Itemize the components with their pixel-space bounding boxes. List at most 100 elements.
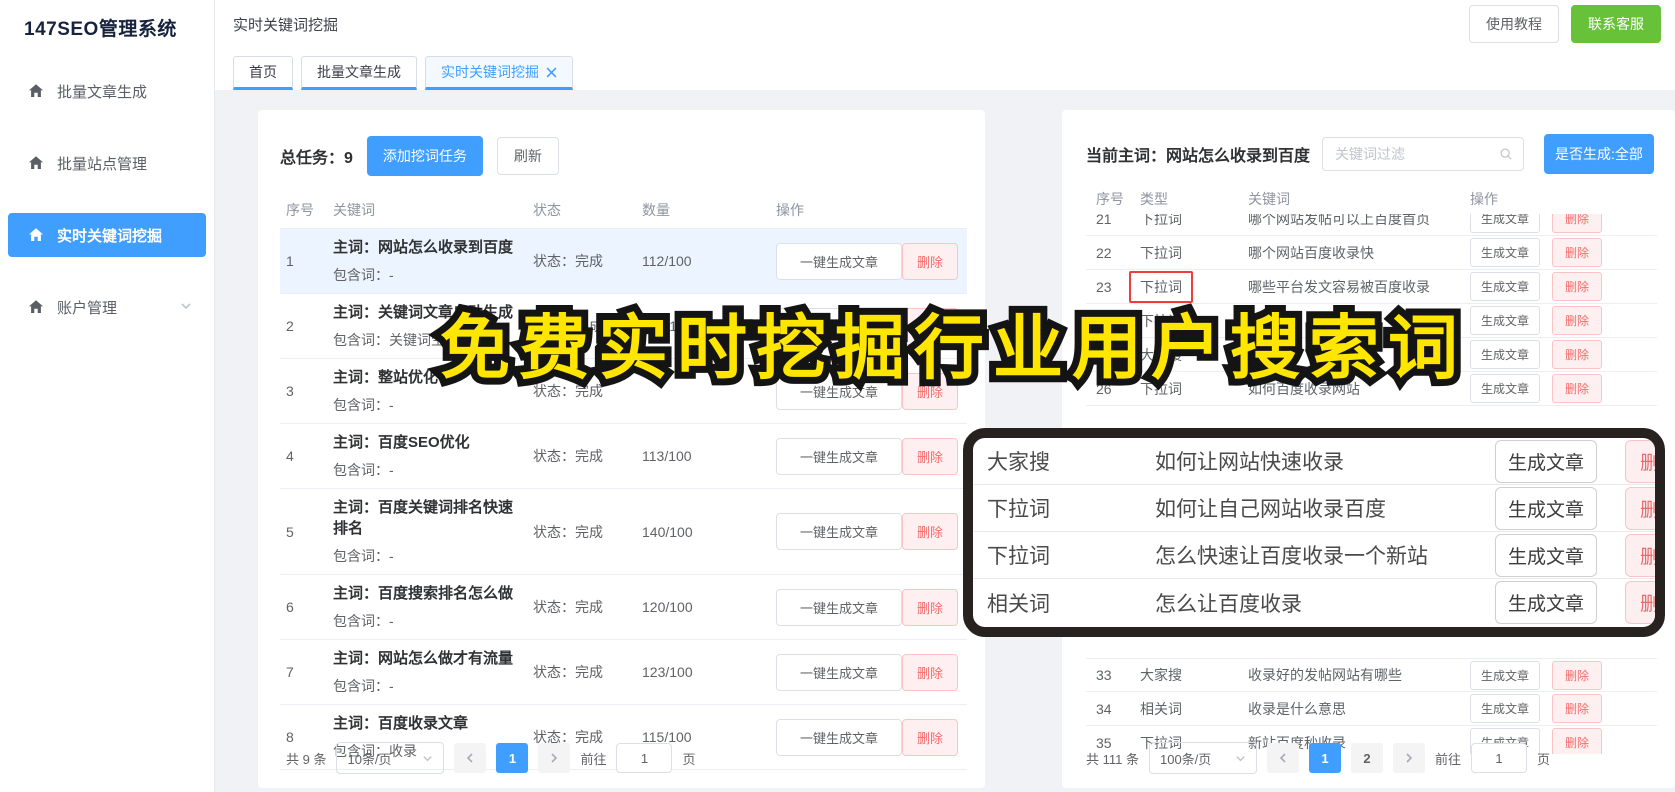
task-row[interactable]: 5 主词：百度关键词排名快速排名 包含词：- 状态：完成 140/100 一键生成文章 删除 — [280, 488, 967, 574]
keyword-table-header: 序号 类型 关键词 操作 — [1086, 184, 1657, 214]
delete-keyword-button[interactable]: 删除 — [1552, 272, 1603, 301]
page-button-1[interactable]: 1 — [1308, 743, 1341, 773]
keyword-row[interactable]: 22 下拉词 哪个网站百度收录快 生成文章 删除 — [1086, 236, 1657, 270]
delete-keyword-button[interactable]: 删除 — [1625, 486, 1655, 530]
task-row[interactable]: 3 主词：整站优化 包含词：- 状态：完成 一键生成文章 删除 — [280, 358, 967, 423]
delete-keyword-button[interactable]: 删除 — [1552, 694, 1603, 723]
keyword-type-cell: 下拉词 — [1140, 311, 1248, 331]
generate-article-button[interactable]: 生成文章 — [1470, 694, 1541, 723]
generate-article-button[interactable]: 一键生成文章 — [776, 307, 902, 345]
generate-article-button[interactable]: 生成文章 — [1470, 238, 1541, 267]
prev-page-button[interactable] — [1266, 743, 1299, 773]
task-row[interactable]: 4 主词：百度SEO优化 包含词：- 状态：完成 113/100 一键生成文章 删除 — [280, 423, 967, 488]
contact-support-button[interactable]: 联系客服 — [1571, 5, 1661, 43]
keyword-row[interactable]: 34 相关词 收录是什么意思 生成文章 删除 — [1086, 692, 1657, 726]
generate-article-button[interactable]: 一键生成文章 — [776, 718, 902, 756]
sidebar-item-4[interactable]: 账户管理 — [8, 285, 206, 329]
delete-keyword-button[interactable]: 删除 — [1625, 581, 1655, 624]
delete-task-button[interactable]: 删除 — [902, 718, 959, 756]
chevron-down-icon — [181, 303, 191, 310]
task-include-words: 包含词：- — [333, 397, 394, 413]
zoomed-keyword-row: 大家搜 如何让网站快速收录 生成文章删除 — [973, 438, 1655, 485]
sidebar-item-2[interactable]: 批量站点管理 — [8, 141, 206, 185]
delete-task-button[interactable]: 删除 — [902, 437, 959, 475]
goto-page-input[interactable] — [1471, 743, 1527, 773]
next-page-button[interactable] — [1392, 743, 1425, 773]
refresh-button[interactable]: 刷新 — [496, 137, 559, 175]
keyword-type-cell: 相关词 — [1140, 699, 1248, 719]
delete-task-button[interactable]: 删除 — [902, 513, 959, 550]
generate-article-button[interactable]: 生成文章 — [1470, 374, 1541, 403]
close-icon[interactable] — [546, 67, 557, 78]
generate-article-button[interactable]: 生成文章 — [1495, 486, 1598, 530]
task-count: 100/100 — [642, 318, 693, 334]
delete-task-button[interactable]: 删除 — [902, 372, 959, 410]
delete-keyword-button[interactable]: 删除 — [1552, 214, 1603, 233]
generate-article-button[interactable]: 生成文章 — [1470, 660, 1541, 690]
left-pagination: 共 9 条 10条/页 1 前往 页 — [286, 742, 696, 774]
page-size-select[interactable]: 10条/页 — [336, 742, 445, 774]
generate-article-button[interactable]: 一键生成文章 — [776, 653, 902, 691]
delete-keyword-button[interactable]: 删除 — [1625, 439, 1655, 483]
tab-2[interactable]: 批量文章生成 — [301, 56, 417, 90]
generate-article-button[interactable]: 生成文章 — [1470, 306, 1541, 335]
help-tutorial-button[interactable]: 使用教程 — [1469, 5, 1559, 43]
generate-article-button[interactable]: 生成文章 — [1470, 214, 1541, 233]
task-row[interactable]: 2 主词：关键词文章自动生成 包含词：关键词生成 状态：完成 100/100 一键生成文章… — [280, 293, 967, 358]
delete-task-button[interactable]: 删除 — [902, 307, 959, 345]
prev-page-button[interactable] — [454, 743, 487, 773]
page-button-1[interactable]: 1 — [496, 743, 529, 773]
delete-keyword-button[interactable]: 删除 — [1552, 374, 1603, 403]
keyword-row[interactable]: 33 大家搜 收录好的发帖网站有哪些 生成文章 删除 — [1086, 658, 1657, 692]
generate-article-button[interactable]: 一键生成文章 — [776, 437, 902, 475]
zoomed-keyword-row: 下拉词 如何让自己网站收录百度 生成文章删除 — [973, 485, 1655, 532]
delete-keyword-button[interactable]: 删除 — [1552, 306, 1603, 335]
generate-article-button[interactable]: 生成文章 — [1470, 340, 1541, 369]
generate-article-button[interactable]: 生成文章 — [1495, 581, 1598, 624]
generate-article-button[interactable]: 一键生成文章 — [776, 513, 902, 550]
keyword-no: 25 — [1096, 346, 1112, 363]
delete-keyword-button[interactable]: 删除 — [1552, 660, 1603, 690]
delete-task-button[interactable]: 删除 — [902, 588, 959, 626]
keyword-row[interactable]: 23 下拉词 哪些平台发文容易被百度收录 生成文章 删除 — [1086, 270, 1657, 304]
goto-page-input[interactable] — [616, 743, 673, 773]
generate-article-button[interactable]: 一键生成文章 — [776, 242, 902, 280]
tab-3[interactable]: 实时关键词挖掘 — [425, 56, 573, 90]
keyword-row[interactable]: 21 下拉词 哪个网站发帖可以上百度首页 生成文章 删除 — [1086, 214, 1657, 236]
generate-article-button[interactable]: 一键生成文章 — [776, 588, 902, 626]
delete-task-button[interactable]: 删除 — [902, 242, 959, 280]
add-task-button[interactable]: 添加挖词任务 — [366, 136, 483, 176]
task-row[interactable]: 7 主词：网站怎么做才有流量 包含词：- 状态：完成 123/100 一键生成文章 删除 — [280, 639, 967, 704]
delete-keyword-button[interactable]: 删除 — [1625, 533, 1655, 577]
keyword-row[interactable]: 25 大家搜 生成文章 删除 — [1086, 338, 1657, 372]
task-main-keyword: 主词：百度SEO优化 — [333, 434, 470, 451]
generate-all-toggle-button[interactable]: 是否生成:全部 — [1544, 134, 1654, 174]
page-size-select[interactable]: 100条/页 — [1148, 742, 1257, 774]
sidebar-item-3[interactable]: 实时关键词挖掘 — [8, 213, 206, 257]
keyword-text: 如何让网站快速收录 — [1155, 451, 1344, 474]
sidebar-item-1[interactable]: 批量文章生成 — [8, 69, 206, 113]
delete-task-button[interactable]: 删除 — [902, 653, 959, 691]
task-row[interactable]: 1 主词：网站怎么收录到百度 包含词：- 状态：完成 112/100 一键生成文章 删除 — [280, 228, 967, 293]
tab-1[interactable]: 首页 — [233, 56, 293, 90]
page-button-2[interactable]: 2 — [1350, 743, 1383, 773]
task-main-keyword: 主词：整站优化 — [333, 369, 439, 386]
generate-article-button[interactable]: 生成文章 — [1495, 439, 1598, 483]
keyword-filter-input[interactable] — [1333, 145, 1500, 163]
task-keyword-cell: 主词：百度SEO优化 包含词：- — [333, 432, 533, 480]
delete-keyword-button[interactable]: 删除 — [1552, 238, 1603, 267]
generate-article-button[interactable]: 生成文章 — [1470, 272, 1541, 301]
task-keyword-cell: 主词：整站优化 包含词：- — [333, 367, 533, 415]
task-include-words: 包含词：- — [333, 462, 394, 478]
task-row[interactable]: 6 主词：百度搜索排名怎么做 包含词：- 状态：完成 120/100 一键生成文章 删除 — [280, 574, 967, 639]
task-main-keyword: 主词：百度关键词排名快速排名 — [333, 499, 514, 537]
keyword-row[interactable]: 26 下拉词 如何百度收录网站 生成文章 删除 — [1086, 372, 1657, 406]
delete-keyword-button[interactable]: 删除 — [1552, 340, 1603, 369]
generate-article-button[interactable]: 生成文章 — [1495, 533, 1598, 577]
keyword-row[interactable]: 24 下拉词 生成文章 删除 — [1086, 304, 1657, 338]
task-count: 140/100 — [642, 523, 693, 540]
keyword-type: 相关词 — [987, 592, 1050, 616]
generate-article-button[interactable]: 一键生成文章 — [776, 372, 902, 410]
delete-keyword-button[interactable]: 删除 — [1552, 728, 1603, 754]
next-page-button[interactable] — [538, 743, 571, 773]
